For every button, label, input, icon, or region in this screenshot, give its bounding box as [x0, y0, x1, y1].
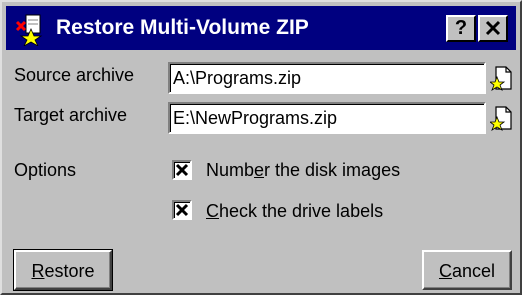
target-archive-input[interactable]: E:\NewPrograms.zip: [168, 102, 486, 134]
check-mark-icon: [175, 203, 189, 217]
folder-browse-icon[interactable]: [490, 105, 514, 131]
check-mark-icon: [175, 163, 189, 177]
title-bar[interactable]: Restore Multi-Volume ZIP ?: [6, 6, 516, 50]
close-button[interactable]: [478, 15, 508, 42]
target-archive-label: Target archive: [14, 105, 128, 125]
number-disk-images-label[interactable]: Number the disk images: [206, 160, 400, 181]
help-button[interactable]: ?: [446, 15, 476, 42]
folder-browse-icon[interactable]: [490, 65, 514, 91]
window-title: Restore Multi-Volume ZIP: [56, 16, 309, 39]
number-disk-images-checkbox[interactable]: [172, 160, 192, 180]
cancel-button[interactable]: Cancel: [422, 250, 512, 290]
options-label: Options: [14, 160, 77, 180]
source-archive-label: Source archive: [14, 65, 135, 85]
close-icon: [485, 20, 501, 36]
source-archive-input[interactable]: A:\Programs.zip: [168, 62, 486, 94]
check-drive-labels-label[interactable]: Check the drive labels: [206, 201, 383, 222]
restore-button[interactable]: Restore: [13, 249, 113, 291]
restore-dialog: Restore Multi-Volume ZIP ? Source archiv…: [0, 0, 522, 295]
restore-zip-icon: [15, 14, 43, 46]
check-drive-labels-checkbox[interactable]: [172, 200, 192, 220]
